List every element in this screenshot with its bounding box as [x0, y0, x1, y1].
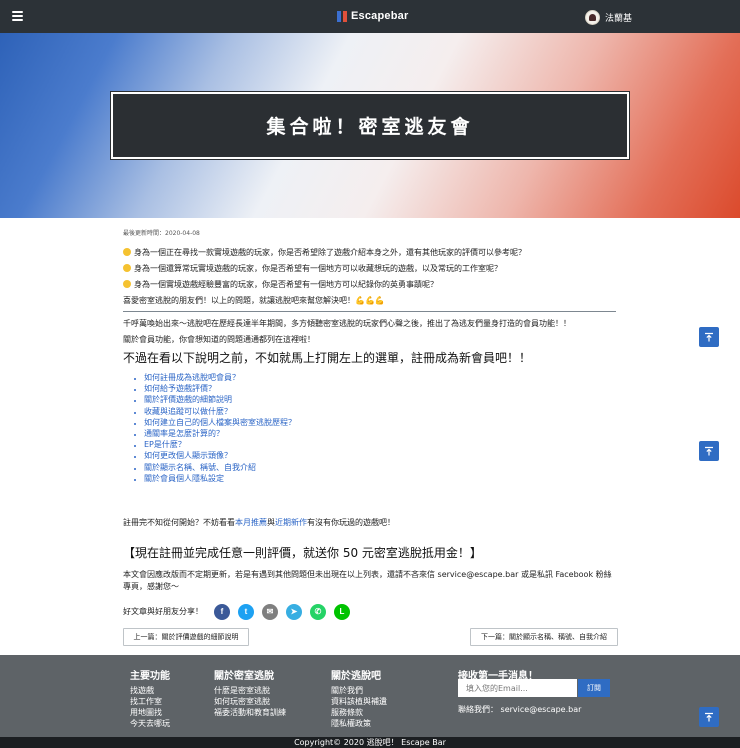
question-line: 身為一個還算常玩實境遊戲的玩家，你是否希望有一個地方可以收藏想玩的遊戲，以及常玩… — [123, 263, 502, 274]
intro-paragraph: 千呼萬喚始出來～逃脫吧在歷經長達半年期間，多方傾聽密室逃脫的玩家們心聲之後，推出… — [123, 319, 571, 328]
footer-link[interactable]: 如何玩密室逃脫 — [214, 696, 286, 707]
toc-link[interactable]: 關於顯示名稱、稱號、自我介紹 — [144, 463, 256, 472]
footer-link[interactable]: 福委活動和教育訓練 — [214, 707, 286, 718]
toc-link[interactable]: 如何給予遊戲評價？ — [144, 384, 216, 393]
toc-item: 關於評價遊戲的細節說明 — [144, 394, 296, 405]
user-menu[interactable]: 法蘭基 — [585, 9, 632, 25]
footer-link[interactable]: 找遊戲 — [130, 685, 170, 696]
hero-title-box: 集合啦！密室逃友會 — [110, 91, 630, 160]
toc-link[interactable]: 收藏與追蹤可以做什麼？ — [144, 407, 232, 416]
question-line: 身為一個實境遊戲經驗豐富的玩家，你是否希望有一個地方可以紀錄你的英勇事蹟呢？ — [123, 279, 438, 290]
line-icon[interactable]: L — [334, 603, 350, 620]
toc-link[interactable]: 關於會員個人隱私設定 — [144, 474, 224, 483]
footer-link[interactable]: 今天去哪玩 — [130, 718, 170, 729]
toc-link[interactable]: 如何更改個人顯示頭像？ — [144, 451, 232, 460]
escapebar-logo-icon — [337, 10, 348, 22]
promo-banner: 【現在註冊並完成任意一則評價，就送你 50 元密室逃脫抵用金！】 — [123, 546, 482, 560]
footer-link[interactable]: 什麼是密室逃脫 — [214, 685, 286, 696]
email-icon[interactable]: ✉ — [262, 603, 278, 620]
closing-line: 喜愛密室逃脫的朋友們！以上的問題，就讓逃脫吧來幫您解決吧！💪💪💪 — [123, 296, 385, 305]
toc-link[interactable]: 關於評價遊戲的細節說明 — [144, 395, 232, 404]
footer-col-about-escapebar: 關於逃脫吧 關於我們 資料該植與補遺 服務條款 隱私權政策 — [331, 667, 387, 729]
page-title: 集合啦！密室逃友會 — [266, 116, 474, 138]
last-updated: 最後更新時間：2020-04-08 — [123, 230, 200, 237]
footer-col-main-features: 主要功能 找遊戲 找工作室 用地圖找 今天去哪玩 — [130, 667, 170, 729]
toc-link[interactable]: 如何建立自己的個人檔案與密室逃脫歷程？ — [144, 418, 296, 427]
footer-heading: 關於逃脫吧 — [331, 671, 381, 682]
toc-item: 如何註冊成為逃脫吧會員？ — [144, 372, 296, 383]
intro-paragraph: 關於會員功能，你會想知道的問題通通都列在這裡啦！ — [123, 335, 315, 344]
share-bar: 好文章與好朋友分享！ f t ✉ ➤ ✆ L — [123, 603, 350, 620]
back-to-top-button[interactable] — [699, 441, 719, 461]
new-releases-link[interactable]: 近期新作 — [275, 518, 307, 527]
toc-link[interactable]: EP是什麼？ — [144, 440, 186, 449]
toc-item: 如何更改個人顯示頭像？ — [144, 450, 296, 461]
next-article-button[interactable]: 下一篇：關於顯示名稱、稱號、自我介紹 — [470, 628, 618, 646]
thinking-emoji-icon — [123, 264, 131, 272]
back-to-top-button[interactable] — [699, 327, 719, 347]
toc-item: 通關率是怎麼計算的？ — [144, 428, 296, 439]
divider — [123, 311, 616, 312]
toc-link[interactable]: 如何註冊成為逃脫吧會員？ — [144, 373, 240, 382]
toc-link[interactable]: 通關率是怎麼計算的？ — [144, 429, 224, 438]
contact-info: 聯絡我們： service@escape.bar — [458, 705, 582, 714]
avatar — [585, 9, 600, 25]
telegram-icon[interactable]: ➤ — [286, 603, 302, 620]
share-label: 好文章與好朋友分享！ — [123, 607, 203, 616]
question-line: 身為一個正在尋找一款實境遊戲的玩家，你是否希望除了遊戲介紹本身之外，還有其他玩家… — [123, 247, 526, 258]
register-callout: 不過在看以下說明之前，不如就馬上打開左上的選單，註冊成為新會員吧！！ — [123, 351, 532, 365]
arrow-up-icon — [705, 446, 713, 456]
footer-link[interactable]: 資料該植與補遺 — [331, 696, 387, 707]
table-of-contents: 如何註冊成為逃脫吧會員？ 如何給予遊戲評價？ 關於評價遊戲的細節說明 收藏與追蹤… — [144, 372, 296, 484]
arrow-up-icon — [705, 332, 713, 342]
footer-heading: 主要功能 — [130, 671, 170, 682]
footer-col-about-escape-rooms: 關於密室逃脫 什麼是密室逃脫 如何玩密室逃脫 福委活動和教育訓練 — [214, 667, 286, 718]
toc-item: 關於會員個人隱私設定 — [144, 473, 296, 484]
toc-item: 關於顯示名稱、稱號、自我介紹 — [144, 462, 296, 473]
footer-link[interactable]: 找工作室 — [130, 696, 170, 707]
update-notice: 本文會因應改版而不定期更新，若是有遇到其他問題但未出現在以上列表，還請不吝來信 … — [123, 570, 612, 591]
facebook-icon[interactable]: f — [214, 603, 230, 620]
monthly-picks-link[interactable]: 本月推薦 — [235, 518, 267, 527]
hamburger-menu-icon[interactable] — [12, 11, 23, 21]
brand-logo-link[interactable]: Escapebar — [337, 9, 408, 23]
copyright-text: Copyright© 2020 逃脫吧！ Escape Bar — [294, 738, 446, 747]
toc-item: 如何建立自己的個人檔案與密室逃脫歷程？ — [144, 417, 296, 428]
footer: 主要功能 找遊戲 找工作室 用地圖找 今天去哪玩 關於密室逃脫 什麼是密室逃脫 … — [0, 655, 740, 737]
user-name: 法蘭基 — [605, 13, 633, 24]
back-to-top-button[interactable] — [699, 707, 719, 727]
footer-link[interactable]: 隱私權政策 — [331, 718, 387, 729]
toc-item: 如何給予遊戲評價？ — [144, 383, 296, 394]
email-field[interactable] — [458, 679, 577, 697]
footer-heading: 關於密室逃脫 — [214, 671, 274, 682]
brand-name: Escapebar — [351, 10, 409, 22]
copyright-bar: Copyright© 2020 逃脫吧！ Escape Bar — [0, 737, 740, 748]
thinking-emoji-icon — [123, 280, 131, 288]
footer-link[interactable]: 關於我們 — [331, 685, 387, 696]
suggestion-line: 註冊完不知從何開始？不妨看看本月推薦與近期新作有沒有你玩過的遊戲吧！ — [123, 518, 395, 527]
prev-article-button[interactable]: 上一篇：關於評價遊戲的細節說明 — [123, 628, 249, 646]
hero-banner: 集合啦！密室逃友會 — [0, 33, 740, 218]
toc-item: EP是什麼？ — [144, 439, 296, 450]
top-navbar: Escapebar 法蘭基 — [0, 0, 740, 33]
toc-item: 收藏與追蹤可以做什麼？ — [144, 406, 296, 417]
twitter-icon[interactable]: t — [238, 603, 254, 620]
footer-link[interactable]: 服務條款 — [331, 707, 387, 718]
thinking-emoji-icon — [123, 248, 131, 256]
arrow-up-icon — [705, 712, 713, 722]
whatsapp-icon[interactable]: ✆ — [310, 603, 326, 620]
footer-link[interactable]: 用地圖找 — [130, 707, 170, 718]
subscribe-button[interactable]: 訂閱 — [578, 679, 610, 697]
